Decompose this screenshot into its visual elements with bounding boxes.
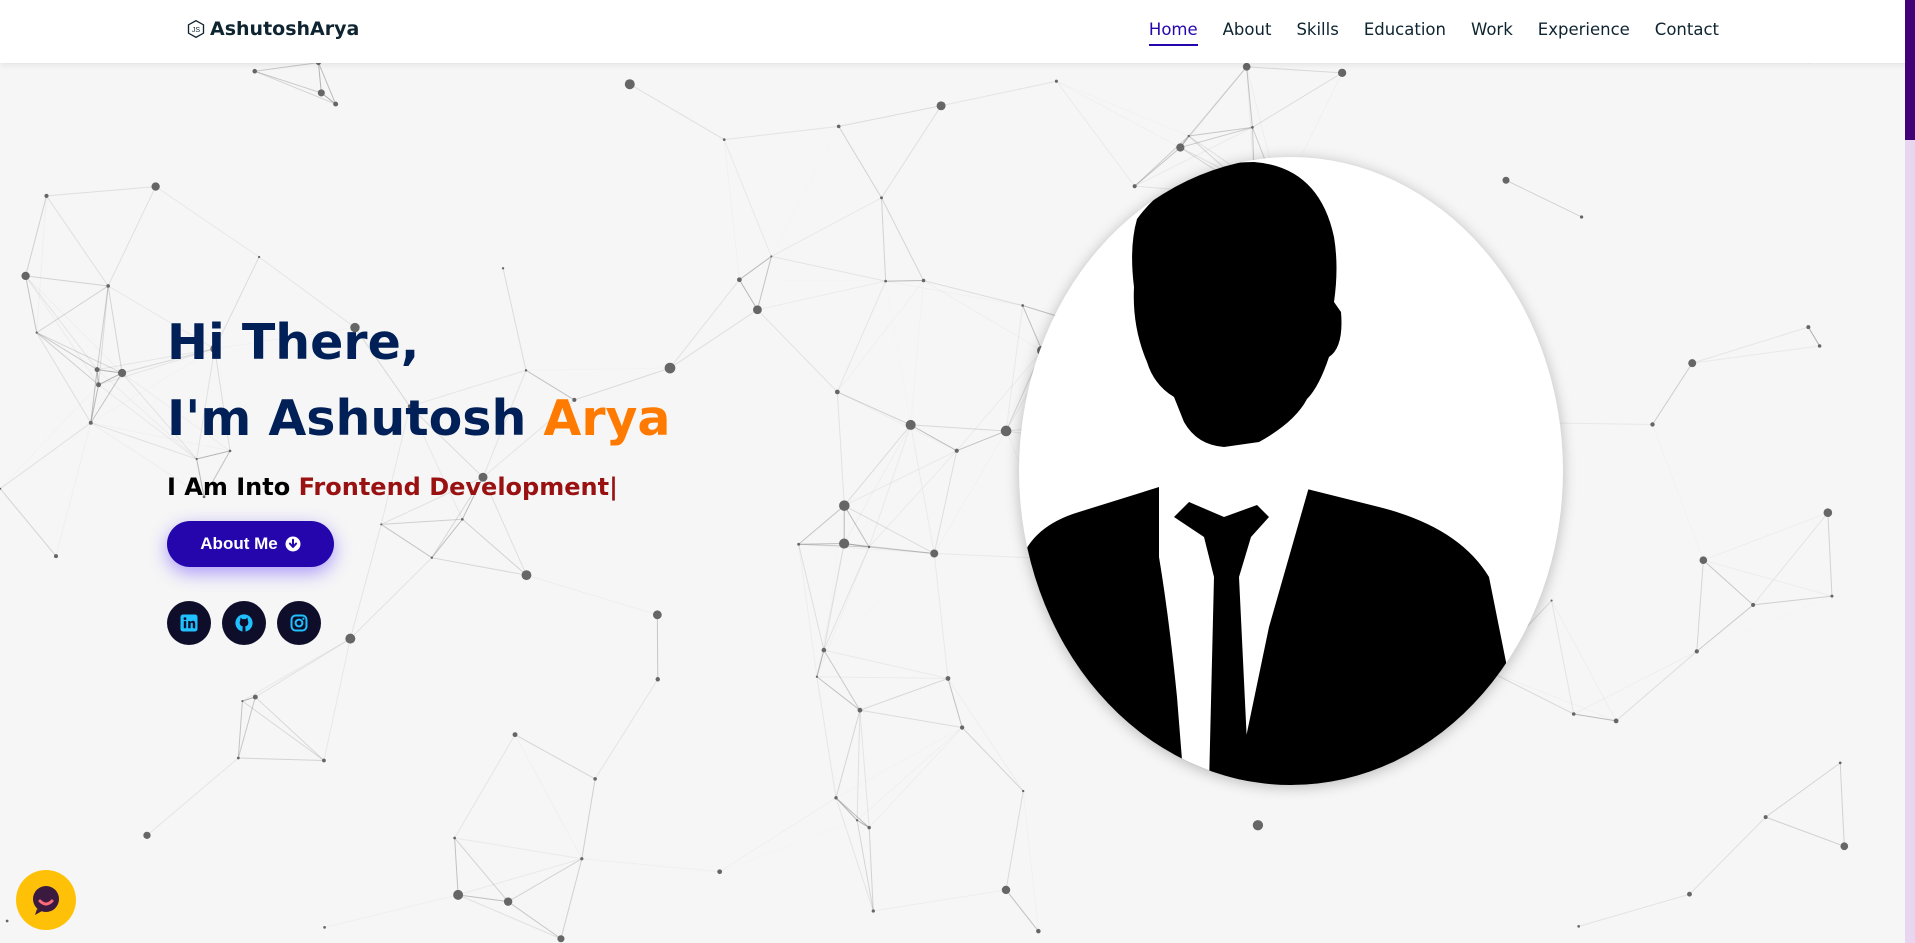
linkedin-icon: [180, 614, 198, 632]
typed-cursor: |: [609, 473, 618, 501]
instagram-link[interactable]: [277, 601, 321, 645]
hero-greeting: Hi There,: [167, 314, 420, 371]
nav-work[interactable]: Work: [1471, 20, 1513, 46]
about-me-button[interactable]: About Me: [167, 521, 334, 567]
hero-name: I'm Ashutosh Arya: [167, 381, 671, 457]
profile-avatar: [1019, 157, 1563, 785]
chat-widget-button[interactable]: [16, 870, 76, 930]
nav-about[interactable]: About: [1223, 20, 1272, 46]
about-me-label: About Me: [200, 534, 278, 553]
hero-text: Hi There, I'm Ashutosh Arya I Am Into Fr…: [167, 305, 671, 501]
nav-education[interactable]: Education: [1364, 20, 1446, 46]
nav-home[interactable]: Home: [1148, 20, 1198, 46]
typed-line: I Am Into Frontend Development|: [167, 473, 671, 501]
github-icon: [235, 614, 253, 632]
instagram-icon: [290, 614, 308, 632]
github-link[interactable]: [222, 601, 266, 645]
silhouette-image: [1019, 162, 1519, 785]
navbar: JS AshutoshArya Home About Skills Educat…: [0, 0, 1915, 63]
arrow-circle-down-icon: [285, 536, 301, 552]
hero-name-prefix: I'm Ashutosh: [167, 390, 544, 447]
logo[interactable]: JS AshutoshArya: [186, 18, 359, 40]
svg-text:JS: JS: [192, 26, 201, 34]
nav-contact[interactable]: Contact: [1655, 20, 1719, 46]
logo-text: AshutoshArya: [210, 18, 360, 40]
main-nav: Home About Skills Education Work Experie…: [1148, 20, 1719, 46]
page-scrollbar[interactable]: [1905, 0, 1915, 943]
chat-bubble-icon: [33, 886, 59, 915]
scrollbar-thumb[interactable]: [1905, 0, 1915, 140]
linkedin-link[interactable]: [167, 601, 211, 645]
typed-prefix: I Am Into: [167, 473, 299, 501]
social-links: [167, 601, 321, 645]
hero-name-accent: Arya: [543, 390, 671, 447]
nav-skills[interactable]: Skills: [1296, 20, 1338, 46]
js-logo-icon: JS: [187, 19, 205, 39]
nav-experience[interactable]: Experience: [1538, 20, 1630, 46]
typed-text: Frontend Development: [298, 473, 610, 501]
